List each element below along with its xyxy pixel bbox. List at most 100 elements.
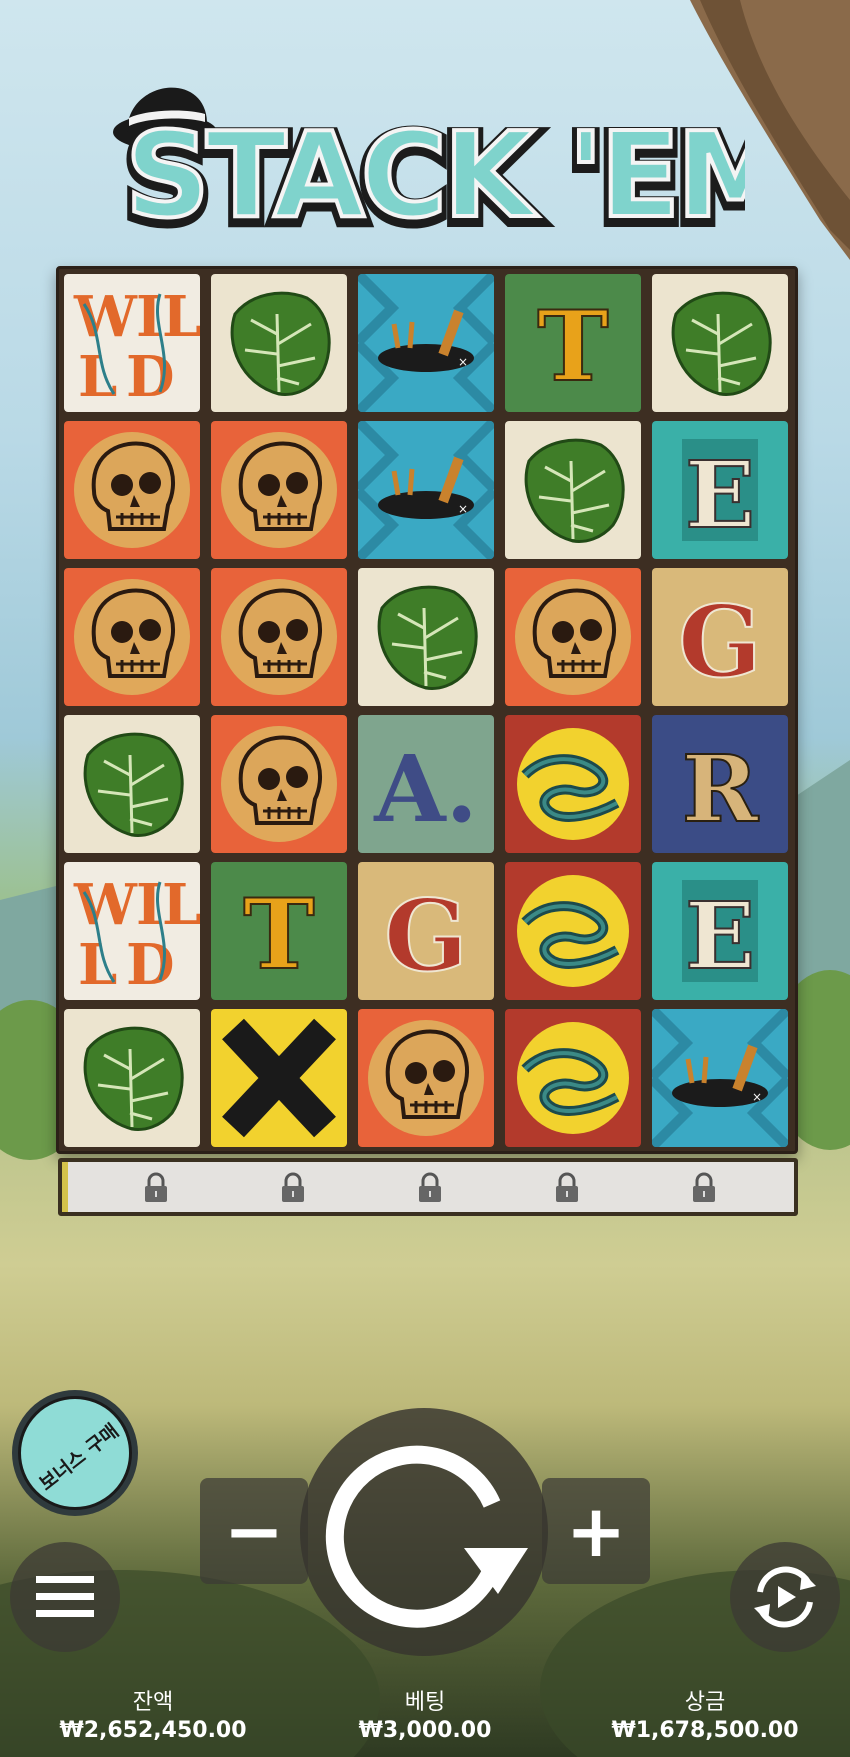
spin-arrow-icon bbox=[325, 1445, 528, 1628]
skull-symbol bbox=[211, 715, 347, 853]
leaf-icon bbox=[358, 568, 494, 706]
bonus-buy-label: 보너스 구매 bbox=[35, 1419, 123, 1495]
letter-G-icon: G bbox=[652, 568, 788, 706]
snake-symbol bbox=[505, 1009, 641, 1147]
letter-R-icon: R bbox=[652, 715, 788, 853]
letter-E-symbol: E bbox=[652, 421, 788, 559]
balance-value: ₩2,652,450.00 bbox=[59, 1718, 247, 1743]
letter-A-icon: A. bbox=[358, 715, 494, 853]
svg-text:E: E bbox=[685, 441, 755, 549]
lock-icon bbox=[556, 1172, 578, 1202]
skull-icon bbox=[64, 421, 200, 559]
skull-symbol bbox=[505, 568, 641, 706]
leaf-icon bbox=[505, 421, 641, 559]
snake-symbol bbox=[505, 862, 641, 1000]
bet-label: 베팅 bbox=[404, 1690, 446, 1715]
reel-grid: W I L L D × T × E G A. R W I L L D T G E… bbox=[56, 266, 798, 1154]
skull-symbol bbox=[358, 1009, 494, 1147]
skull-icon bbox=[358, 1009, 494, 1147]
skull-icon bbox=[211, 568, 347, 706]
svg-text:G: G bbox=[384, 879, 468, 994]
leaf-symbol bbox=[64, 1009, 200, 1147]
bonus-buy-button[interactable]: 보너스 구매 bbox=[12, 1390, 138, 1516]
letter-T-icon: T bbox=[211, 862, 347, 1000]
skull-symbol bbox=[64, 568, 200, 706]
leaf-symbol bbox=[358, 568, 494, 706]
svg-text:×: × bbox=[458, 502, 468, 516]
letter-R-symbol: R bbox=[652, 715, 788, 853]
lock-icon bbox=[145, 1172, 167, 1202]
win-value: ₩1,678,500.00 bbox=[611, 1718, 799, 1743]
svg-text:G: G bbox=[678, 585, 762, 700]
letter-G-symbol: G bbox=[358, 862, 494, 1000]
svg-text:D: D bbox=[126, 344, 175, 410]
skull-icon bbox=[64, 568, 200, 706]
skull-symbol bbox=[211, 421, 347, 559]
bet-value: ₩3,000.00 bbox=[358, 1718, 492, 1743]
autoplay-icon bbox=[754, 1566, 816, 1628]
letter-A-symbol: A. bbox=[358, 715, 494, 853]
spin-button[interactable] bbox=[300, 1408, 548, 1656]
skull-symbol bbox=[64, 421, 200, 559]
win-display: 상금 ₩1,678,500.00 bbox=[585, 1690, 825, 1746]
hamburger-menu-icon bbox=[36, 1576, 94, 1617]
svg-text:STACK 'EM: STACK 'EM bbox=[125, 106, 745, 244]
letter-T-icon: T bbox=[505, 274, 641, 412]
snake-icon bbox=[505, 715, 641, 853]
svg-text:L: L bbox=[78, 344, 117, 410]
balance-label: 잔액 bbox=[132, 1690, 174, 1715]
plus-label: + bbox=[565, 1489, 627, 1573]
leaf-symbol bbox=[211, 274, 347, 412]
win-label: 상금 bbox=[684, 1690, 726, 1715]
svg-text:E: E bbox=[685, 882, 755, 990]
svg-text:D: D bbox=[126, 932, 175, 998]
snake-symbol bbox=[505, 715, 641, 853]
leaf-icon bbox=[64, 1009, 200, 1147]
stack-em-logo: STACK 'EM STACK 'EM bbox=[113, 87, 745, 250]
svg-text:L: L bbox=[162, 284, 200, 350]
lock-icon bbox=[693, 1172, 715, 1202]
autoplay-button[interactable] bbox=[730, 1542, 840, 1652]
leaf-symbol bbox=[652, 274, 788, 412]
bird-icon: × bbox=[358, 421, 494, 559]
letter-E-icon: E bbox=[652, 421, 788, 559]
decrease-bet-button[interactable]: − bbox=[200, 1478, 308, 1584]
letter-T-symbol: T bbox=[505, 274, 641, 412]
lock-icon bbox=[419, 1172, 441, 1202]
menu-button[interactable] bbox=[10, 1542, 120, 1652]
svg-text:R: R bbox=[682, 735, 759, 843]
skull-symbol bbox=[211, 568, 347, 706]
snake-icon bbox=[505, 1009, 641, 1147]
skull-icon bbox=[211, 421, 347, 559]
letter-X-icon bbox=[211, 1009, 347, 1147]
wild-symbol: W I L L D bbox=[64, 274, 200, 412]
skull-icon bbox=[505, 568, 641, 706]
wild-icon: W I L L D bbox=[64, 274, 200, 412]
bird-symbol: × bbox=[358, 421, 494, 559]
svg-text:A.: A. bbox=[373, 735, 477, 843]
svg-text:T: T bbox=[537, 290, 608, 403]
locked-row-bar bbox=[58, 1158, 798, 1216]
skull-icon bbox=[211, 715, 347, 853]
increase-bet-button[interactable]: + bbox=[542, 1478, 650, 1584]
bird-symbol: × bbox=[358, 274, 494, 412]
letter-T-symbol: T bbox=[211, 862, 347, 1000]
leaf-icon bbox=[652, 274, 788, 412]
svg-text:W: W bbox=[73, 872, 138, 938]
svg-text:×: × bbox=[458, 355, 468, 369]
letter-G-symbol: G bbox=[652, 568, 788, 706]
bird-symbol: × bbox=[652, 1009, 788, 1147]
leaf-icon bbox=[211, 274, 347, 412]
svg-text:L: L bbox=[162, 872, 200, 938]
letter-E-symbol: E bbox=[652, 862, 788, 1000]
svg-text:L: L bbox=[78, 932, 117, 998]
letter-E-icon: E bbox=[652, 862, 788, 1000]
leaf-symbol bbox=[64, 715, 200, 853]
wild-icon: W I L L D bbox=[64, 862, 200, 1000]
svg-text:×: × bbox=[752, 1090, 762, 1104]
bird-icon: × bbox=[358, 274, 494, 412]
leaf-symbol bbox=[505, 421, 641, 559]
lock-icon bbox=[282, 1172, 304, 1202]
letter-X-symbol bbox=[211, 1009, 347, 1147]
snake-icon bbox=[505, 862, 641, 1000]
